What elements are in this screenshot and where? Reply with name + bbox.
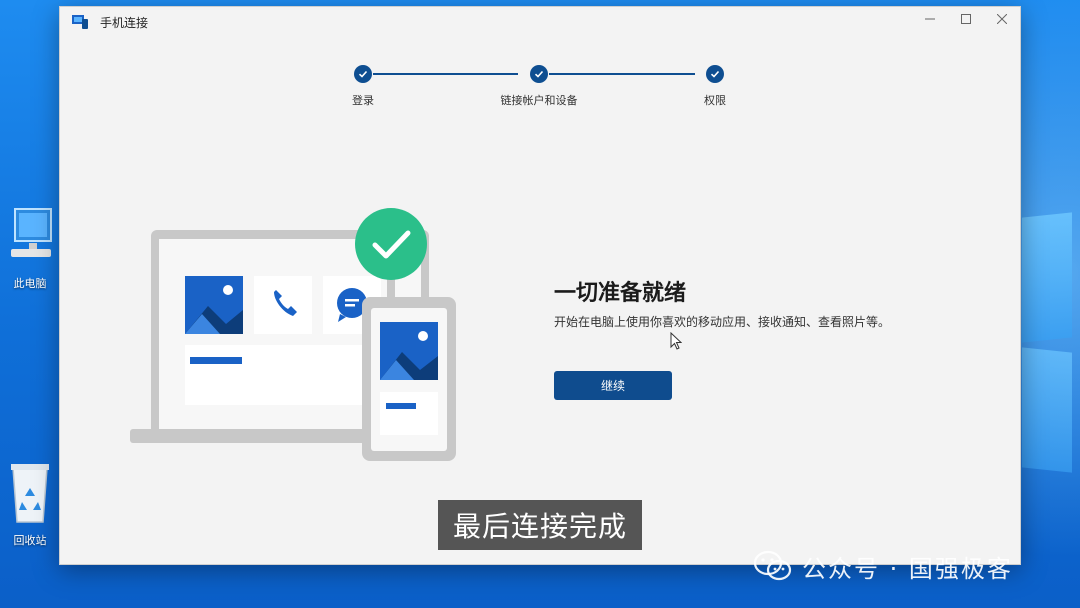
minimize-button[interactable] [912,7,948,31]
maximize-button[interactable] [948,7,984,31]
step-check-icon [354,65,372,83]
window-title: 手机连接 [100,15,149,30]
close-icon [997,14,1007,24]
continue-button[interactable]: 继续 [554,371,672,400]
step-label: 权限 [704,94,726,107]
page-heading: 一切准备就绪 [554,281,687,306]
desktop-icon-label: 回收站 [13,534,47,547]
step-link-account: 链接帐户和设备 [479,65,599,108]
page-description: 开始在电脑上使用你喜欢的移动应用、接收通知、查看照片等。 [554,315,891,329]
title-bar: 手机连接 [60,7,1020,37]
step-check-icon [706,65,724,83]
watermark-text: 公众号 · 国强极客 [802,554,1013,583]
laptop-phone-illustration [130,208,456,461]
step-sign-in: 登录 [303,65,423,108]
desktop-icon-this-pc[interactable]: 此电脑 [0,205,60,291]
step-label: 链接帐户和设备 [500,94,578,107]
setup-progress-stepper: 登录 链接帐户和设备 权限 [345,65,730,115]
step-permissions: 权限 [655,65,775,108]
window-controls [912,7,1020,31]
mouse-cursor-icon [670,332,682,350]
desktop-icon-recycle-bin[interactable]: 回收站 [0,458,60,548]
maximize-icon [961,14,971,24]
wechat-icon [754,550,792,581]
desktop-logo-pane [1022,212,1072,343]
desktop-logo-pane [1022,347,1072,473]
step-label: 登录 [352,94,374,107]
desktop-icon-label: 此电脑 [13,277,47,290]
computer-icon [11,208,52,257]
phone-link-app-icon [72,15,88,29]
close-button[interactable] [984,7,1020,31]
watermark: 公众号 · 国强极客 [754,546,1013,586]
success-check-icon [355,208,427,280]
phone-link-window: 手机连接 登录 链接帐户和设备 权限 一切准备就绪 开始在电脑上使用你喜欢的移动… [59,6,1021,565]
recycle-bin-icon [11,464,49,523]
minimize-icon [925,18,935,20]
video-subtitle: 最后连接完成 [438,500,642,550]
step-check-icon [530,65,548,83]
